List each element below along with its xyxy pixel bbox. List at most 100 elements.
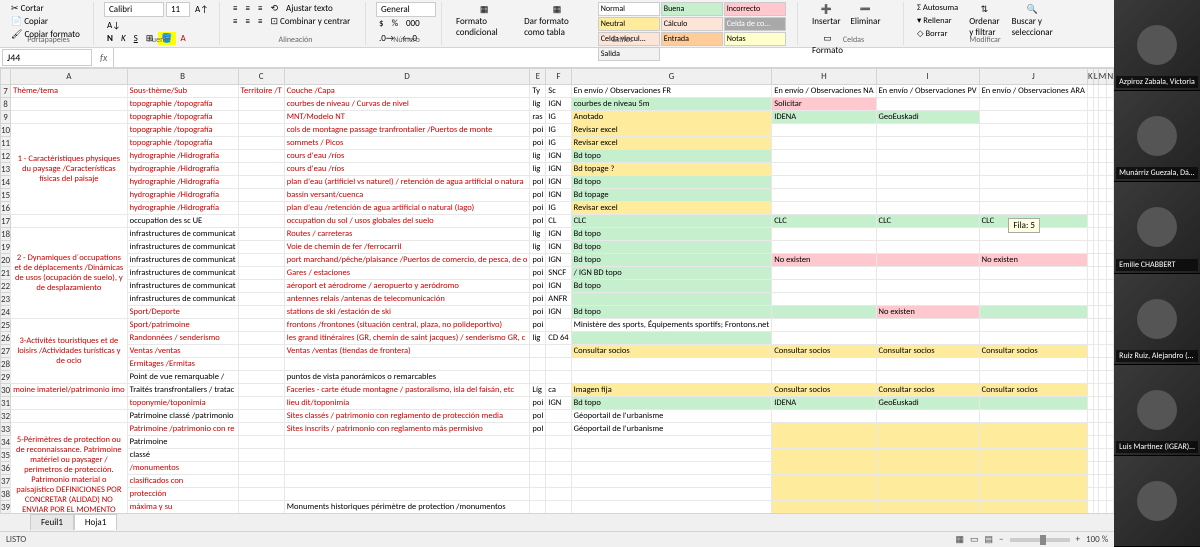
cell-C31[interactable] xyxy=(238,397,284,410)
cell-F11[interactable]: IG xyxy=(546,137,571,150)
cell-F35[interactable] xyxy=(546,449,571,462)
cell-G33[interactable]: Géoportail de l'urbanisme xyxy=(571,423,772,436)
cell-N17[interactable] xyxy=(1107,215,1114,228)
cell-N9[interactable] xyxy=(1107,111,1114,124)
font-size-input[interactable] xyxy=(166,2,190,17)
cell-H34[interactable] xyxy=(772,436,876,449)
cell-E11[interactable]: poi xyxy=(530,137,546,150)
cell-N13[interactable] xyxy=(1107,163,1114,176)
col-header-B[interactable]: B xyxy=(127,69,238,85)
row-header-8[interactable]: 8 xyxy=(1,98,11,111)
cell-N33[interactable] xyxy=(1107,423,1114,436)
cell-D11[interactable]: sommets / Picos xyxy=(284,137,530,150)
cell-E33[interactable]: pol xyxy=(530,423,546,436)
cell-I23[interactable] xyxy=(876,293,979,306)
cell-J39[interactable] xyxy=(979,501,1087,514)
cell-A9[interactable] xyxy=(11,111,127,124)
row-header-24[interactable]: 24 xyxy=(1,306,11,319)
cell-J37[interactable] xyxy=(979,475,1087,488)
cell-F13[interactable]: IGN xyxy=(546,163,571,176)
cell-G39[interactable] xyxy=(571,501,772,514)
cell-E37[interactable] xyxy=(530,475,546,488)
cell-D37[interactable] xyxy=(284,475,530,488)
cell-G29[interactable] xyxy=(571,371,772,384)
cell-E21[interactable]: poi xyxy=(530,267,546,280)
cell-C21[interactable] xyxy=(238,267,284,280)
cell-F27[interactable] xyxy=(546,345,571,358)
cell-H14[interactable] xyxy=(772,176,876,189)
cell-F37[interactable] xyxy=(546,475,571,488)
cell-F29[interactable] xyxy=(546,371,571,384)
cell-C38[interactable] xyxy=(238,488,284,501)
cell-C27[interactable] xyxy=(238,345,284,358)
row-header-21[interactable]: 21 xyxy=(1,267,11,280)
cell-E39[interactable] xyxy=(530,501,546,514)
cell-H12[interactable] xyxy=(772,150,876,163)
col-header-H[interactable]: H xyxy=(772,69,876,85)
align-right-icon[interactable]: ≡ xyxy=(255,15,265,28)
cell-M39[interactable] xyxy=(1098,501,1107,514)
col-header-E[interactable]: E xyxy=(530,69,546,85)
row-header-36[interactable]: 36 xyxy=(1,462,11,475)
cell-J28[interactable] xyxy=(979,358,1087,371)
cell-J12[interactable] xyxy=(979,150,1087,163)
cut-button[interactable]: ✂ Cortar xyxy=(8,2,47,15)
cell-F32[interactable] xyxy=(546,410,571,423)
cell-E38[interactable] xyxy=(530,488,546,501)
cell-E20[interactable]: poi xyxy=(530,254,546,267)
cell-M36[interactable] xyxy=(1098,462,1107,475)
cell-D33[interactable]: Sites inscrits / patrimonio con reglamen… xyxy=(284,423,530,436)
style-buena[interactable]: Buena xyxy=(661,2,723,16)
cell-F31[interactable]: IGN xyxy=(546,397,571,410)
cell-H19[interactable] xyxy=(772,241,876,254)
row-header-25[interactable]: 25 xyxy=(1,319,11,332)
orientation-icon[interactable]: ⟲ xyxy=(267,2,281,15)
cell-E17[interactable]: pol xyxy=(530,215,546,228)
cell-G17[interactable]: CLC xyxy=(571,215,772,228)
cell-B25[interactable]: Sport/patrimoine xyxy=(127,319,238,332)
cell-F15[interactable]: IGN xyxy=(546,189,571,202)
align-bottom-icon[interactable]: ≡ xyxy=(255,2,265,15)
fx-icon[interactable]: fx xyxy=(94,51,113,64)
cell-C16[interactable] xyxy=(238,202,284,215)
cell-F34[interactable] xyxy=(546,436,571,449)
format-as-table-button[interactable]: ▦Dar formato como tabla xyxy=(520,2,594,61)
cell-F22[interactable]: IGN xyxy=(546,280,571,293)
cell-E15[interactable]: pol xyxy=(530,189,546,202)
cell-G38[interactable] xyxy=(571,488,772,501)
col-header-A[interactable]: A xyxy=(11,69,127,85)
cell-E7[interactable]: Ty xyxy=(530,85,546,98)
cell-I24[interactable]: No existen xyxy=(876,306,979,319)
cell-H8[interactable]: Solicitar xyxy=(772,98,876,111)
cell-J15[interactable] xyxy=(979,189,1087,202)
cell-E10[interactable]: poi xyxy=(530,124,546,137)
col-header-G[interactable]: G xyxy=(571,69,772,85)
cell-H36[interactable] xyxy=(772,462,876,475)
cell-G7[interactable]: En envío / Observaciones FR xyxy=(571,85,772,98)
cell-E8[interactable]: lig xyxy=(530,98,546,111)
cell-M28[interactable] xyxy=(1098,358,1107,371)
cell-N35[interactable] xyxy=(1107,449,1114,462)
cell-E27[interactable] xyxy=(530,345,546,358)
row-header-39[interactable]: 39 xyxy=(1,501,11,514)
cell-N32[interactable] xyxy=(1107,410,1114,423)
cell-A18[interactable]: 2 - Dynamiques d´occupations et de dépla… xyxy=(11,228,127,319)
cell-F19[interactable]: IGN xyxy=(546,241,571,254)
cell-C30[interactable] xyxy=(238,384,284,397)
row-header-20[interactable]: 20 xyxy=(1,254,11,267)
cell-J31[interactable] xyxy=(979,397,1087,410)
cell-J22[interactable] xyxy=(979,280,1087,293)
cell-D35[interactable] xyxy=(284,449,530,462)
cell-A31[interactable] xyxy=(11,397,127,410)
cell-G12[interactable]: Bd topo xyxy=(571,150,772,163)
cell-D31[interactable]: lieu dit/toponimia xyxy=(284,397,530,410)
col-header-M[interactable]: M xyxy=(1098,69,1107,85)
cell-N12[interactable] xyxy=(1107,150,1114,163)
cell-M31[interactable] xyxy=(1098,397,1107,410)
cell-M30[interactable] xyxy=(1098,384,1107,397)
name-box[interactable] xyxy=(2,49,92,66)
cell-E34[interactable] xyxy=(530,436,546,449)
col-header-D[interactable]: D xyxy=(284,69,530,85)
cell-B27[interactable]: Ventas /ventas xyxy=(127,345,238,358)
cell-F10[interactable]: IG xyxy=(546,124,571,137)
